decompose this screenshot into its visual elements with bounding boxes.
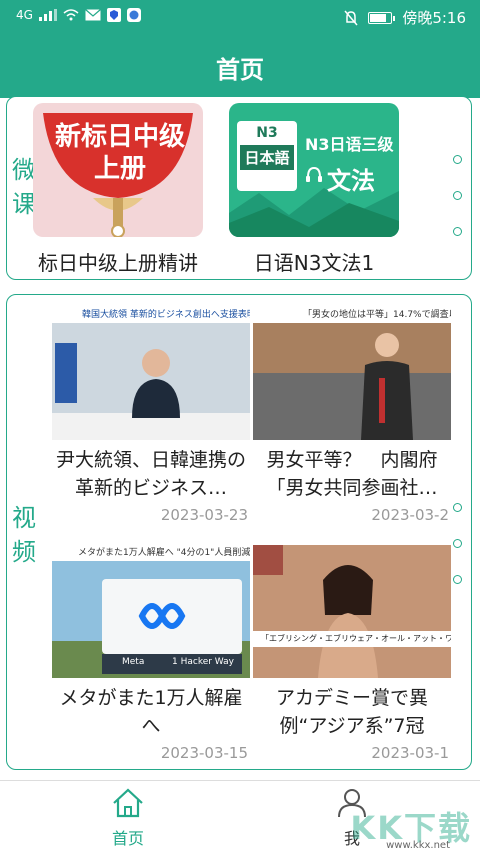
clock: 傍晚5:16 <box>402 9 466 27</box>
course-image-text: 新标日中级上册 <box>54 122 185 184</box>
page-title: 首页 <box>216 56 264 84</box>
app-notification-icon <box>126 8 141 22</box>
news-date: 2023-03-23 <box>160 506 248 524</box>
wifi-icon <box>63 9 79 21</box>
news-thumbnail: メタがまた1万人解雇へ "4分の1"人員削減 Meta 1 Hacker Way <box>52 545 250 678</box>
news-title: 尹大統領、日韓連携の革新的ビジネス… <box>55 449 246 499</box>
dot-indicator <box>452 191 462 200</box>
dot-indicator <box>452 575 462 584</box>
news-date: 2023-03-1 <box>371 744 449 762</box>
news-card[interactable]: 「男女の地位は平等」14.7%で調査以来最低 男女平等？ 内閣府「男女共同参画社… <box>253 307 451 524</box>
news-thumbnail: 「男女の地位は平等」14.7%で調査以来最低 <box>253 307 451 440</box>
watermark-url: www.kkx.net <box>386 840 450 851</box>
scroll-dots <box>451 503 463 611</box>
actress-illustration <box>253 545 451 678</box>
mute-bell-icon <box>344 10 358 25</box>
news-banner: 「エブリシング・エブリウェア・オール・アット・ワンス」 <box>253 631 451 647</box>
micro-course-section: 微课 新标日中级上册 标日中级上册精讲 N3 日本語 N3日语三级 文法 日语N… <box>6 96 472 280</box>
course-thumbnail: N3 日本語 N3日语三级 文法 <box>229 103 399 237</box>
news-thumbnail: 「エブリシング・エブリウェア・オール・アット・ワンス」 <box>253 545 451 678</box>
course-card[interactable]: N3 日本語 N3日语三级 文法 日语N3文法1 <box>229 103 399 276</box>
dot-indicator <box>452 503 462 512</box>
news-banner: 「男女の地位は平等」14.7%で調査以来最低 <box>253 307 451 323</box>
battery-icon <box>368 11 396 24</box>
news-title: アカデミー賞で異例“アジア系”7冠 <box>275 687 428 737</box>
street-illustration <box>253 323 451 440</box>
news-date: 2023-03-15 <box>160 744 248 762</box>
nav-home[interactable]: 首页 <box>88 787 168 849</box>
headphone-icon <box>306 166 322 182</box>
dot-indicator <box>452 227 462 236</box>
shield-icon <box>106 8 121 22</box>
logo-small-text: N3 <box>256 125 278 141</box>
nav-home-label: 首页 <box>111 829 144 848</box>
news-banner: メタがまた1万人解雇へ "4分の1"人員削減 <box>52 545 250 561</box>
header-bar: 首页 <box>0 34 480 98</box>
news-card[interactable]: 韓国大統領 革新的ビジネス創出へ支援表明 尹大統領、日韓連携の革新的ビジネス… … <box>52 307 250 524</box>
status-left: 4G <box>16 8 141 22</box>
news-thumbnail: 韓国大統領 革新的ビジネス創出へ支援表明 <box>52 307 250 440</box>
course-image-text-2: 文法 <box>327 167 375 195</box>
course-title: 日语N3文法1 <box>253 251 375 275</box>
news-card[interactable]: 「エブリシング・エブリウェア・オール・アット・ワンス」 アカデミー賞で異例“アジ… <box>253 545 451 762</box>
news-banner: 韓国大統領 革新的ビジネス創出へ支援表明 <box>52 307 250 323</box>
news-title: 男女平等？ 内閣府「男女共同参画社… <box>266 449 438 499</box>
status-bar: 4G 傍晚5:16 <box>0 0 480 34</box>
course-image-text-1: N3日语三级 <box>305 135 394 154</box>
news-date: 2023-03-2 <box>371 506 449 524</box>
news-card[interactable]: メタがまた1万人解雇へ "4分の1"人員削減 Meta 1 Hacker Way… <box>52 545 250 762</box>
video-label: 视频 <box>12 504 36 566</box>
video-section: 视频 韓国大統領 革新的ビジネス創出へ支援表明 尹大統領、日韓連携の革新的ビジネ… <box>6 294 472 770</box>
scroll-dots <box>451 155 463 263</box>
sign-text: Meta <box>122 657 145 667</box>
dot-indicator <box>452 155 462 164</box>
course-title: 标日中级上册精讲 <box>38 251 198 275</box>
logo-box: N3 日本語 <box>237 121 297 191</box>
logo-text: 日本語 <box>240 145 294 170</box>
person-illustration <box>52 323 250 440</box>
signal-icon <box>38 9 57 21</box>
signal-text: 4G <box>16 8 33 22</box>
dot-indicator <box>452 539 462 548</box>
status-right: 傍晚5:16 <box>344 7 466 28</box>
course-card[interactable]: 新标日中级上册 标日中级上册精讲 <box>33 103 203 276</box>
home-icon <box>113 788 143 818</box>
course-thumbnail: 新标日中级上册 <box>33 103 203 237</box>
sign-address: 1 Hacker Way <box>172 657 234 667</box>
bottom-nav: 首页 我 KK下载 www.kkx.net <box>0 780 480 853</box>
mail-icon <box>85 9 101 21</box>
news-title: メタがまた1万人解雇へ <box>59 687 243 737</box>
